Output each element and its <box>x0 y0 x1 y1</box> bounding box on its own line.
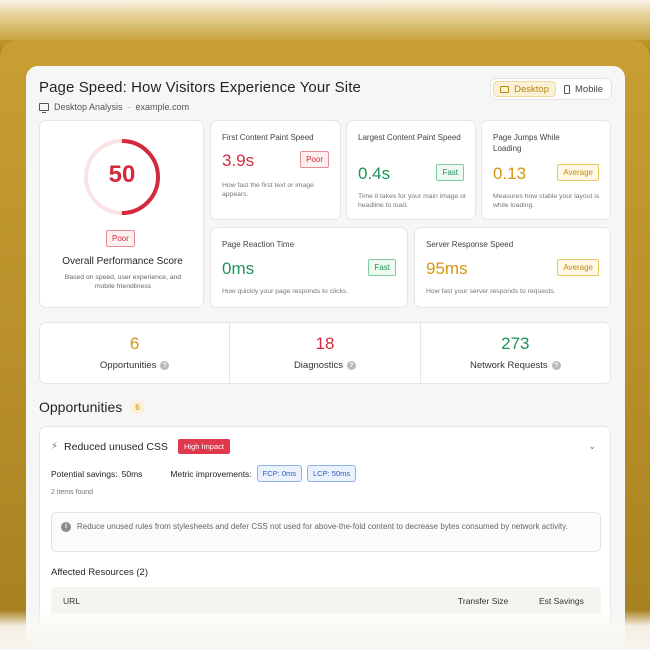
subtitle: Desktop Analysis · example.com <box>39 102 361 113</box>
stat-label-row: Network Requests ? <box>421 360 610 371</box>
stat-label: Network Requests <box>470 360 548 371</box>
stat-value: 273 <box>501 334 530 353</box>
opportunities-count-badge: 6 <box>130 400 145 414</box>
metric-description: How quickly your page responds to clicks… <box>222 288 349 295</box>
metric-status-badge: Average <box>557 164 599 181</box>
metric-description: Measures how stable your layout is while… <box>493 193 600 210</box>
desktop-label: Desktop <box>514 83 549 95</box>
metric-title: First Content Paint Speed <box>222 133 314 142</box>
metric-status-badge: Average <box>557 259 599 276</box>
metric-status-badge: Fast <box>436 164 464 181</box>
mobile-toggle-button[interactable]: Mobile <box>558 81 609 97</box>
metric-status-badge: Poor <box>300 151 329 168</box>
analysis-label: Desktop Analysis <box>54 102 123 112</box>
metric-value: 0.13 <box>493 164 527 183</box>
phone-icon <box>564 84 570 94</box>
report-panel: Page Speed: How Visitors Experience Your… <box>26 66 625 650</box>
savings-row: Potential savings: 50ms Metric improveme… <box>51 465 357 482</box>
metric-description: Time it takes for your main image or hea… <box>358 193 467 210</box>
score-label: Overall Performance Score <box>62 256 183 267</box>
opportunity-name: Reduced unused CSS <box>64 440 168 453</box>
bolt-icon: ⚡ <box>51 441 59 452</box>
metric-value: 95ms <box>426 259 468 278</box>
metric-chip-fcp: FCP: 0ms <box>256 465 303 482</box>
metric-title: Largest Content Paint Speed <box>358 133 461 142</box>
info-text: Reduce unused rules from stylesheets and… <box>77 522 568 531</box>
items-found: 2 items found <box>51 489 94 496</box>
metric-description: How fast the first text or image appears… <box>222 182 314 199</box>
score-value: 50 <box>108 161 136 188</box>
stat-value: 18 <box>315 334 335 353</box>
metric-title: Page Jumps While Loading <box>493 133 560 154</box>
metric-value: 3.9s <box>222 151 255 170</box>
opportunity-header[interactable]: ⚡ Reduced unused CSS High Impact <box>51 439 230 454</box>
metric-card-inp: Page Reaction Time 0ms Fast How quickly … <box>210 227 408 308</box>
metric-card-ttfb: Server Response Speed 95ms Average How f… <box>414 227 611 308</box>
separator-dot: · <box>127 102 131 112</box>
top-band <box>0 0 650 40</box>
bottom-fade <box>0 610 650 650</box>
metric-value: 0.4s <box>358 164 391 183</box>
column-header-transfer-size[interactable]: Transfer Size <box>458 596 508 606</box>
help-icon[interactable]: ? <box>551 361 561 370</box>
overall-score-card: 50 Poor Overall Performance Score Based … <box>39 120 204 308</box>
monitor-icon <box>500 85 510 93</box>
metric-chip-lcp: LCP: 50ms <box>307 465 357 482</box>
metric-improvements-label: Metric improvements: <box>170 468 252 479</box>
section-title: Opportunities <box>39 399 123 415</box>
metric-description: How fast your server responds to request… <box>426 288 556 295</box>
opportunities-heading: Opportunities 6 <box>39 399 145 415</box>
stat-value: 6 <box>129 334 140 353</box>
metric-status-badge: Fast <box>368 259 396 276</box>
help-icon[interactable]: ? <box>160 361 170 370</box>
impact-badge: High Impact <box>177 439 230 454</box>
metric-value: 0ms <box>222 259 255 278</box>
stat-network-requests: 273 Network Requests ? <box>421 323 610 383</box>
mobile-label: Mobile <box>575 83 603 95</box>
stat-label-row: Opportunities ? <box>40 360 229 371</box>
score-gauge: 50 <box>82 137 162 217</box>
score-description: Based on speed, user experience, and mob… <box>64 274 182 291</box>
info-icon: i <box>61 522 71 532</box>
help-icon[interactable]: ? <box>347 361 357 370</box>
metric-card-fcp: First Content Paint Speed 3.9s Poor How … <box>210 120 341 220</box>
column-header-url[interactable]: URL <box>63 596 80 606</box>
device-toggle: Desktop Mobile <box>490 78 612 100</box>
savings-label: Potential savings: <box>51 468 118 479</box>
monitor-icon <box>39 103 49 113</box>
metric-card-lcp: Largest Content Paint Speed 0.4s Fast Ti… <box>346 120 476 220</box>
metric-card-cls: Page Jumps While Loading 0.13 Average Me… <box>481 120 611 220</box>
domain-label: example.com <box>135 102 190 112</box>
summary-stats: 6 Opportunities ? 18 Diagnostics ? 273 N… <box>39 322 611 384</box>
page-title: Page Speed: How Visitors Experience Your… <box>39 79 361 96</box>
affected-resources-title: Affected Resources (2) <box>51 567 148 578</box>
stat-label: Opportunities <box>99 360 157 371</box>
metric-title: Page Reaction Time <box>222 240 295 249</box>
score-status-badge: Poor <box>106 230 135 247</box>
metric-title: Server Response Speed <box>426 240 514 249</box>
info-box: i Reduce unused rules from stylesheets a… <box>51 512 601 552</box>
chevron-down-icon[interactable]: ⌄ <box>588 441 596 452</box>
report-header: Page Speed: How Visitors Experience Your… <box>39 79 361 113</box>
stat-label: Diagnostics <box>293 360 344 371</box>
desktop-toggle-button[interactable]: Desktop <box>493 81 556 97</box>
column-header-est-savings[interactable]: Est Savings <box>539 596 584 606</box>
stat-diagnostics: 18 Diagnostics ? <box>230 323 421 383</box>
savings-value: 50ms <box>121 468 143 479</box>
stat-opportunities: 6 Opportunities ? <box>40 323 231 383</box>
stat-label-row: Diagnostics ? <box>230 360 419 371</box>
